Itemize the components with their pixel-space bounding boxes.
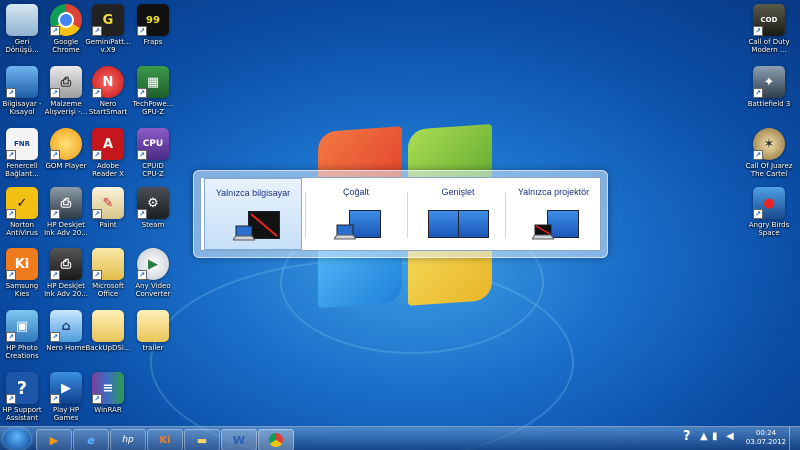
icon-label: Call Of Juarez The Cartel [745, 162, 793, 178]
clock-date: 03.07.2012 [745, 438, 786, 446]
hp-icon[interactable]: hp [110, 429, 146, 450]
windows-explorer-icon[interactable]: ▬ [184, 429, 220, 450]
option-computer-only[interactable]: Yalnızca bilgisayar [204, 178, 302, 250]
option-label: Genişlet [441, 187, 475, 197]
monitor-icon [428, 210, 459, 238]
call-of-duty-icon[interactable]: COD ↗ Call of Duty Modern ... [740, 4, 798, 54]
help-icon[interactable]: ? [683, 429, 691, 444]
battlefield-3-icon[interactable]: ✦ ↗ Battlefield 3 [740, 66, 798, 108]
call-of-juarez-icon[interactable]: ✶ ↗ Call Of Juarez The Cartel [740, 128, 798, 178]
monitor-icon [458, 210, 489, 238]
option-extend[interactable]: Genişlet [409, 178, 507, 250]
show-hidden-icons-icon[interactable]: ▲ [700, 431, 708, 442]
option-label: Yalnızca bilgisayar [215, 188, 291, 198]
desktop: Geri Dönüşü... ↗ Bilgisayar - Kısayol FN… [0, 0, 800, 450]
internet-explorer-icon[interactable]: e [73, 429, 109, 450]
google-chrome-icon[interactable] [258, 429, 294, 450]
option-projector-only[interactable]: Yalnızca projektör [506, 178, 601, 250]
icon-label: CPUID CPU-Z [142, 162, 164, 178]
laptop-icon [233, 225, 255, 241]
icon-label: trailer [142, 344, 164, 352]
icon-label: Fraps [143, 38, 163, 46]
steam-icon[interactable]: ⚙ ↗ Steam [124, 187, 182, 229]
option-label: Yalnızca projektör [517, 187, 590, 197]
laptop-icon [334, 224, 356, 240]
clock[interactable]: 00:24 03.07.2012 [746, 429, 786, 447]
cpuid-cpuz-icon[interactable]: CPU ↗ CPUID CPU-Z [124, 128, 182, 178]
icon-label: TechPowe... GPU-Z [132, 100, 174, 116]
taskbar: ▶ e hp Ki ▬ W ? ▲ ▮ ◀ 00:24 03.07.2012 [0, 426, 800, 450]
samsung-kies-icon[interactable]: Ki [147, 429, 183, 450]
clock-time: 00:24 [755, 429, 777, 437]
winrar-icon[interactable]: ≡ ↗ WinRAR [79, 372, 137, 414]
icon-label: Battlefield 3 [747, 100, 791, 108]
icon-label: Steam [141, 221, 165, 229]
separator [407, 192, 408, 238]
volume-icon[interactable]: ◀ [726, 431, 734, 442]
icon-label: Angry Birds Space [748, 221, 790, 237]
windows-media-player-icon[interactable]: ▶ [36, 429, 72, 450]
microsoft-word-icon[interactable]: W [221, 429, 257, 450]
angry-birds-space-icon[interactable]: ● ↗ Angry Birds Space [740, 187, 798, 237]
show-desktop-button[interactable] [789, 427, 800, 450]
icon-label: Call of Duty Modern ... [748, 38, 790, 54]
network-icon[interactable]: ▮ [712, 431, 718, 442]
icon-label: WinRAR [94, 406, 122, 414]
any-video-converter-icon[interactable]: ▶ ↗ Any Video Converter [124, 248, 182, 298]
display-switch-panel: Yalnızca bilgisayar Çoğalt Genişlet Yaln… [200, 177, 601, 251]
techpowerup-gpuz-icon[interactable]: ▦ ↗ TechPowe... GPU-Z [124, 66, 182, 116]
option-duplicate[interactable]: Çoğalt [307, 178, 405, 250]
option-label: Çoğalt [342, 187, 369, 197]
icon-label: Any Video Converter [135, 282, 171, 298]
trailer-folder-icon[interactable]: trailer [124, 310, 182, 352]
display-switch-dialog: Yalnızca bilgisayar Çoğalt Genişlet Yaln… [193, 170, 608, 258]
laptop-off-icon [532, 224, 554, 240]
fraps-icon[interactable]: 99 ↗ Fraps [124, 4, 182, 46]
separator [305, 192, 306, 238]
fraps-badge: 99 [146, 14, 160, 26]
start-button[interactable] [3, 428, 31, 450]
